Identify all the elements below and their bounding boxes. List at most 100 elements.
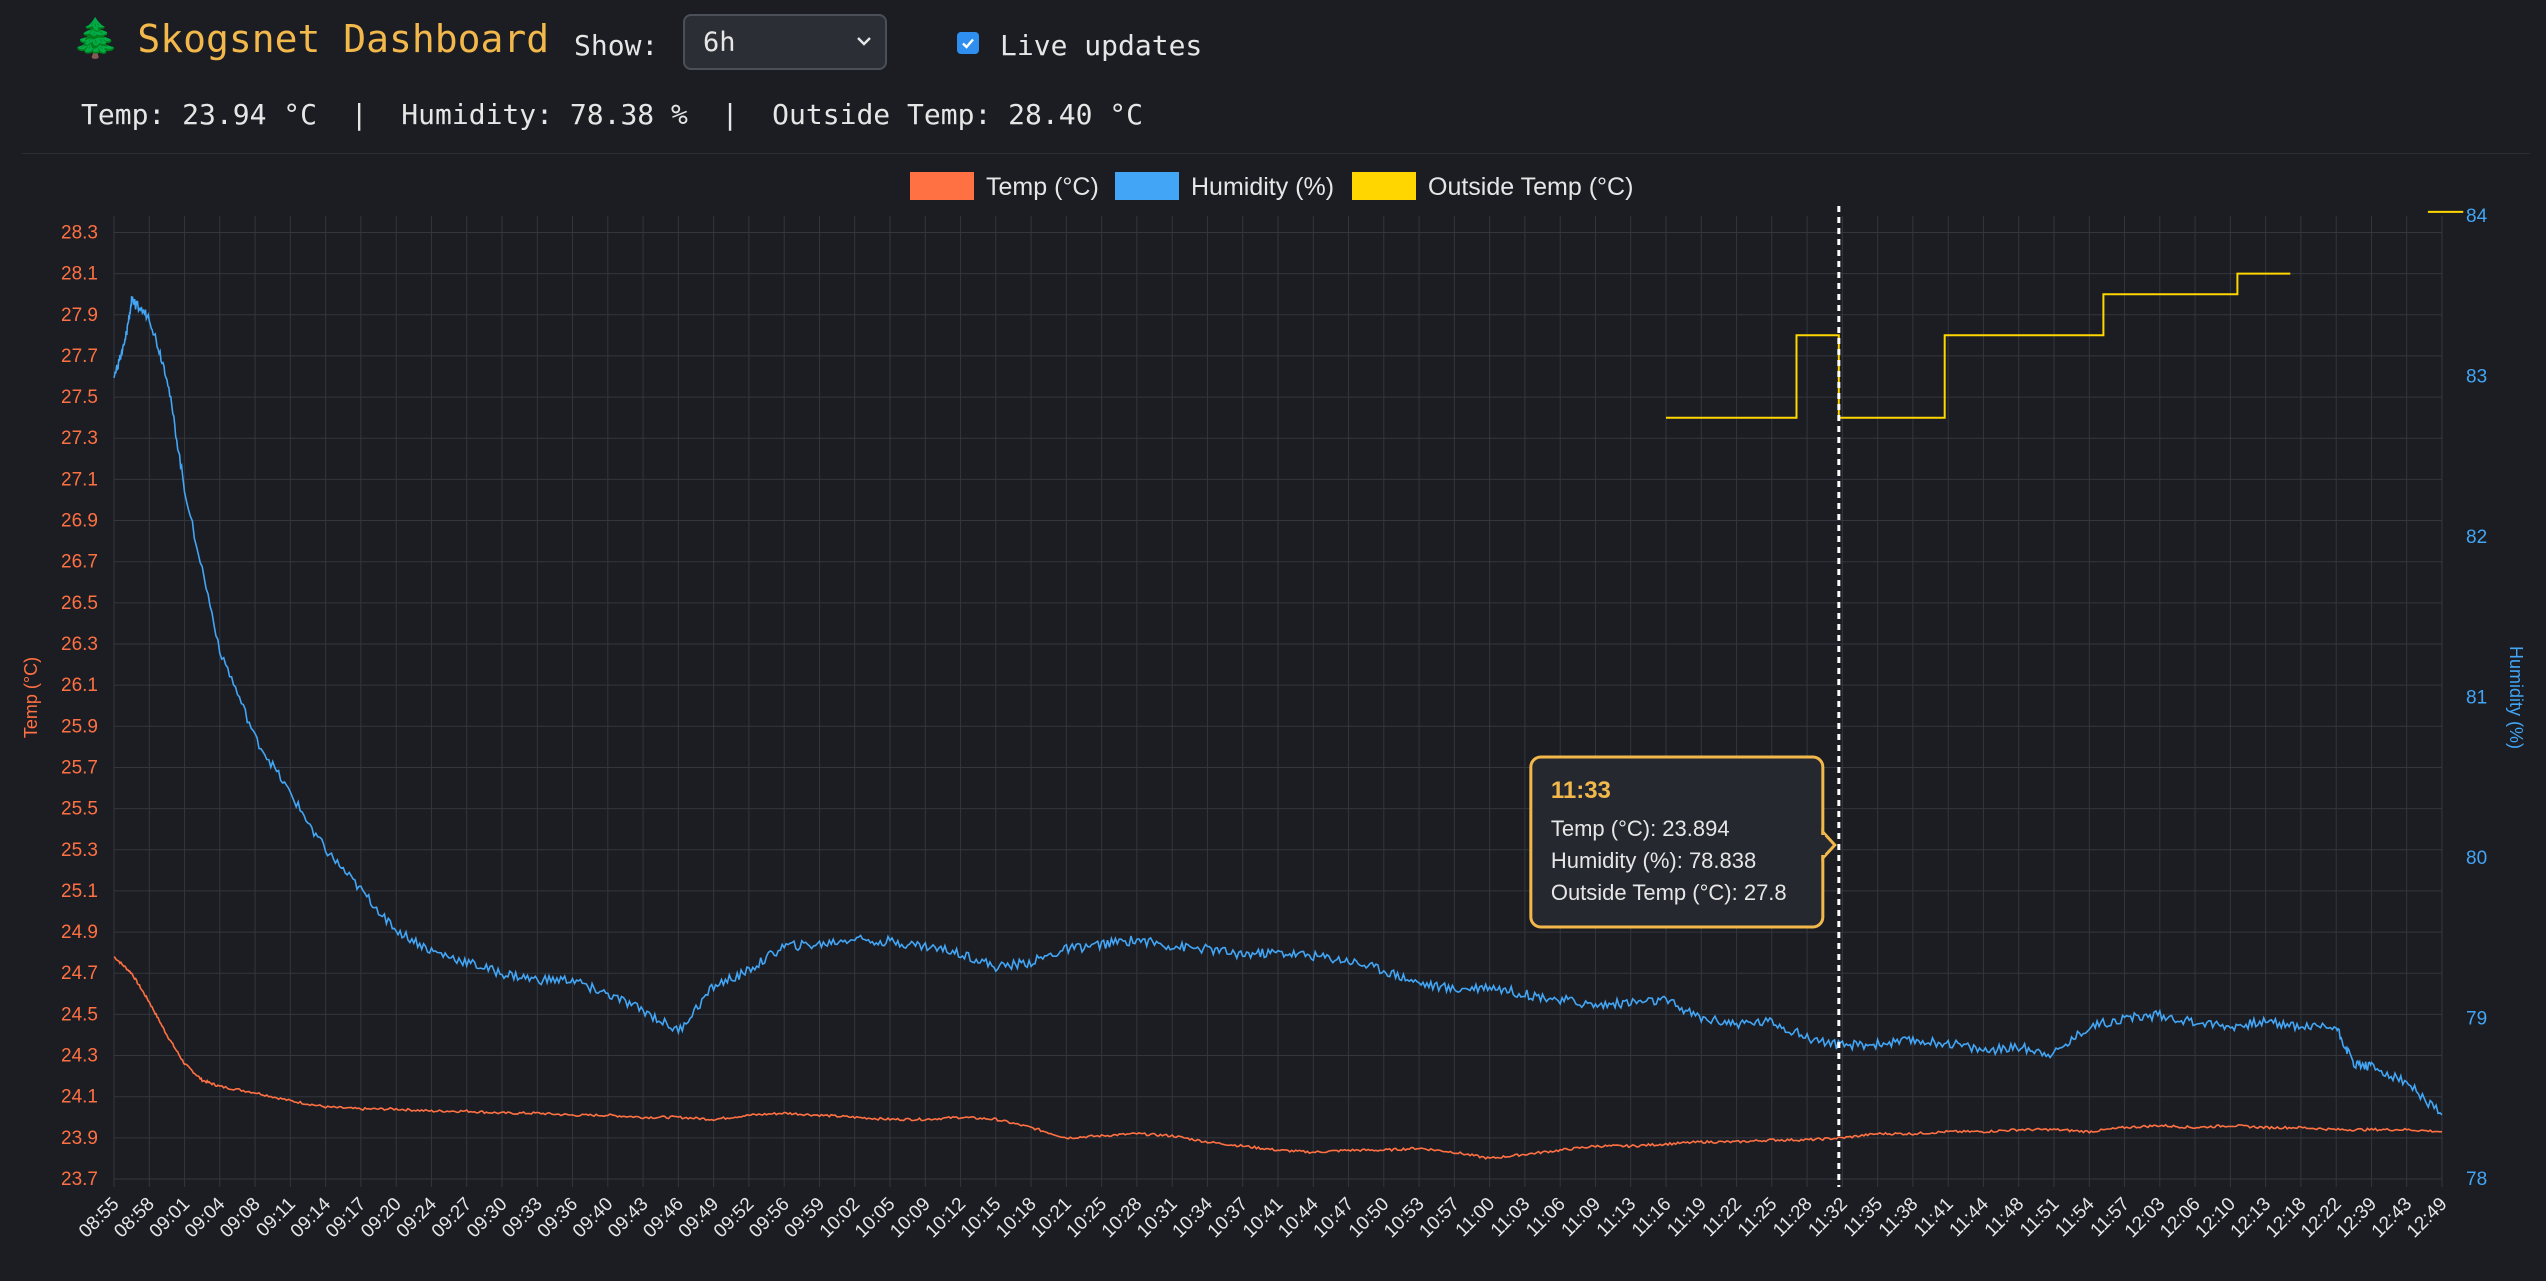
x-tick-label: 11:06	[1522, 1194, 1569, 1241]
y-left-tick-label: 23.7	[61, 1169, 98, 1190]
range-select[interactable]: 6h	[683, 14, 887, 70]
x-tick-label: 11:09	[1558, 1194, 1605, 1241]
tree-icon: 🌲	[72, 16, 120, 60]
x-tick-label: 12:18	[2262, 1194, 2310, 1242]
y-left-tick-label: 26.1	[61, 675, 98, 696]
x-tick-label: 09:08	[216, 1194, 264, 1242]
legend-label[interactable]: Humidity (%)	[1191, 173, 1334, 201]
y-left-tick-label: 25.1	[61, 881, 98, 902]
x-tick-label: 12:06	[2156, 1194, 2204, 1242]
x-tick-label: 11:41	[1910, 1194, 1957, 1241]
x-tick-label: 11:51	[2016, 1194, 2063, 1241]
y-left-tick-label: 26.9	[61, 511, 98, 532]
tooltip-title: 11:33	[1551, 777, 1611, 804]
x-tick-label: 11:28	[1769, 1194, 1816, 1241]
y-left-tick-label: 26.5	[61, 593, 98, 614]
x-tick-label: 10:05	[851, 1194, 899, 1242]
x-tick-label: 10:28	[1098, 1194, 1146, 1242]
sensor-chart[interactable]: 23.7 23.9 24.1 24.3 24.5 24.7 24.9 25.1 25.3 25.5…	[21, 154, 2530, 1274]
y-left-tick-label: 27.1	[61, 469, 98, 490]
x-tick-label: 11:22	[1699, 1194, 1746, 1241]
y-left-tick-label: 27.5	[61, 387, 98, 408]
tooltip-caret-mask	[1820, 835, 1825, 855]
y-right-tick-label: 81	[2466, 688, 2487, 709]
y-right-tick-label: 79	[2466, 1009, 2487, 1030]
x-tick-label: 10:18	[992, 1194, 1040, 1242]
app-title-text: Skogsnet Dashboard	[137, 16, 550, 61]
x-tick-label: 10:25	[1063, 1194, 1111, 1242]
x-tick-label: 10:41	[1239, 1194, 1287, 1242]
x-tick-label: 12:43	[2368, 1194, 2416, 1242]
x-tick-label: 11:19	[1663, 1194, 1710, 1241]
y-right-tick-label: 80	[2466, 848, 2487, 869]
x-tick-label: 09:36	[534, 1194, 582, 1242]
x-tick-label: 09:33	[498, 1194, 546, 1242]
x-tick-label: 11:35	[1840, 1194, 1887, 1241]
x-tick-label: 12:03	[2121, 1194, 2169, 1242]
chart-panel: 23.7 23.9 24.1 24.3 24.5 24.7 24.9 25.1 25.3 25.5…	[21, 153, 2530, 1274]
y-left-tick-label: 26.3	[61, 634, 98, 655]
x-tick-label: 11:16	[1628, 1194, 1675, 1241]
x-tick-label: 09:01	[146, 1194, 194, 1242]
x-tick-label: 11:25	[1734, 1194, 1781, 1241]
legend-swatch	[1115, 172, 1179, 200]
range-select-value: 6h	[703, 26, 736, 58]
y-left-tick-label: 24.1	[61, 1087, 98, 1108]
live-updates-label[interactable]: Live updates	[1000, 29, 1202, 62]
y-left-tick-label: 26.7	[61, 552, 98, 573]
y-right-tick-label: 82	[2466, 527, 2487, 548]
x-tick-label: 11:03	[1487, 1194, 1534, 1241]
y-right-tick-label: 78	[2466, 1169, 2487, 1190]
y-left-tick-label: 25.5	[61, 799, 98, 820]
x-tick-label: 10:31	[1133, 1194, 1181, 1242]
x-tick-label: 10:02	[816, 1194, 864, 1242]
x-tick-label: 11:38	[1875, 1194, 1922, 1241]
x-tick-label: 10:57	[1415, 1194, 1463, 1242]
x-tick-label: 09:49	[675, 1194, 723, 1242]
tooltip-line: Outside Temp (°C): 27.8	[1551, 880, 1787, 905]
x-tick-label: 11:48	[1981, 1194, 2028, 1241]
y-left-tick-label: 27.7	[61, 346, 98, 367]
x-tick-label: 09:52	[710, 1194, 758, 1242]
x-tick-label: 10:37	[1204, 1194, 1252, 1242]
y-left-tick-label: 25.9	[61, 716, 98, 737]
y-right-tick-label: 83	[2466, 367, 2487, 388]
check-icon	[962, 38, 974, 49]
x-tick-label: 11:00	[1452, 1194, 1499, 1241]
y-left-tick-label: 28.1	[61, 264, 98, 285]
x-tick-label: 11:54	[2051, 1193, 2099, 1241]
y-left-tick-label: 27.3	[61, 428, 98, 449]
x-tick-label: 09:46	[639, 1194, 687, 1242]
y-left-tick-label: 24.5	[61, 1004, 98, 1025]
x-tick-label: 10:21	[1027, 1194, 1075, 1242]
legend-swatch	[910, 172, 974, 200]
current-readings: Temp: 23.94 °C | Humidity: 78.38 % | Out…	[81, 98, 1144, 131]
tooltip-line: Temp (°C): 23.894	[1551, 816, 1730, 841]
x-tick-label: 11:32	[1804, 1194, 1851, 1241]
x-tick-label: 09:20	[357, 1194, 405, 1242]
x-tick-label: 10:53	[1380, 1194, 1428, 1242]
tooltip-line: Humidity (%): 78.838	[1551, 848, 1756, 873]
y-right-tick-label: 84	[2466, 206, 2488, 227]
y-left-tick-label: 25.7	[61, 757, 98, 778]
x-tick-label: 10:15	[957, 1194, 1005, 1242]
x-tick-label: 08:58	[110, 1194, 158, 1242]
x-tick-label: 10:47	[1310, 1194, 1358, 1242]
legend-swatch	[1352, 172, 1416, 200]
y-left-tick-label: 23.9	[61, 1128, 98, 1149]
y-left-tick-label: 27.9	[61, 305, 98, 326]
show-label: Show:	[574, 29, 659, 62]
x-tick-label: 12:22	[2297, 1194, 2345, 1242]
y-left-tick-label: 25.3	[61, 840, 98, 861]
x-tick-label: 09:17	[322, 1194, 370, 1242]
x-tick-label: 09:59	[781, 1194, 829, 1242]
live-updates-checkbox[interactable]	[957, 32, 979, 54]
x-tick-label: 08:55	[75, 1194, 123, 1242]
x-tick-label: 09:30	[463, 1194, 511, 1242]
x-tick-label: 09:27	[428, 1194, 476, 1242]
legend-label[interactable]: Temp (°C)	[986, 173, 1099, 201]
legend-label[interactable]: Outside Temp (°C)	[1428, 173, 1633, 201]
x-tick-label: 12:49	[2403, 1194, 2451, 1242]
y-right-axis-title: Humidity (%)	[2506, 646, 2526, 749]
header-bar: 🌲 Skogsnet Dashboard Show: 6h Live updat…	[0, 0, 2546, 90]
